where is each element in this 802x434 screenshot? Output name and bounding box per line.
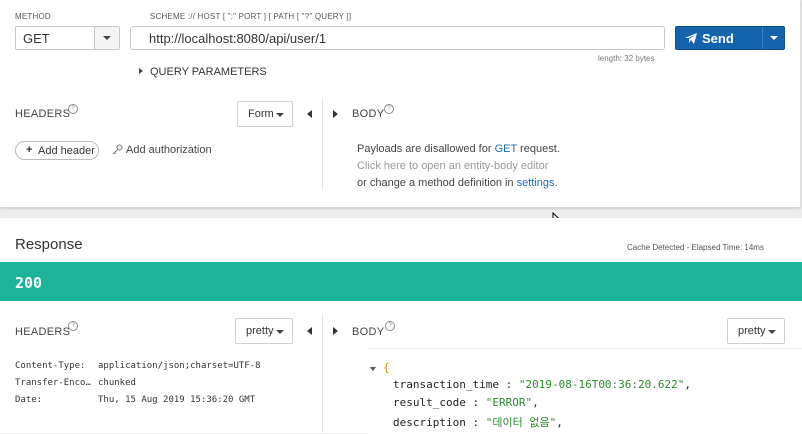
panel-divider [322,314,323,433]
method-value: GET [23,31,50,46]
json-key: description [393,416,466,429]
json-value: "ERROR" [485,396,533,409]
url-label: SCHEME :// HOST [ ":" PORT ] [ PATH [ "?… [150,12,352,21]
headers-title: HEADERS [15,108,71,120]
header-name: Transfer-Enco… [15,378,91,388]
json-value: "데이터 없음" [485,416,557,429]
add-authorization-label: Add authorization [126,144,212,156]
send-button[interactable]: Send [675,26,785,50]
help-icon[interactable]: ? [385,321,395,331]
elapsed-time: Cache Detected - Elapsed Time: 14ms [627,243,764,252]
settings-link[interactable]: settings [517,177,555,189]
body-disallowed-message: Payloads are disallowed for GET request. [357,143,560,155]
response-body-mode-dropdown[interactable]: pretty [727,318,785,344]
plus-icon: + [26,144,33,156]
chevron-down-icon [770,36,778,40]
add-header-button[interactable]: + Add header [15,141,99,160]
json-key: transaction_time [393,378,499,391]
collapse-toggle-icon[interactable] [370,367,376,371]
help-icon[interactable]: ? [384,104,394,114]
header-name: Date: [15,395,43,405]
query-parameters-toggle[interactable]: QUERY PARAMETERS [138,66,268,78]
json-line: description : "데이터 없음", [393,416,563,429]
chevron-down-icon [276,330,284,334]
paper-plane-icon [685,33,697,44]
chevron-down-icon [103,36,111,40]
body-title: BODY [352,108,385,120]
chevron-down-icon [276,113,284,117]
status-code: 200 [15,274,43,292]
collapse-left-icon[interactable] [307,327,312,335]
method-label: METHOD [15,12,51,21]
response-body-mode-value: pretty [738,325,766,337]
status-bar [0,262,802,301]
collapse-right-icon[interactable] [333,110,338,118]
send-label: Send [702,31,734,46]
headers-mode-value: Form [248,108,274,120]
add-header-label: Add header [38,145,95,157]
help-icon[interactable]: ? [68,321,78,331]
query-parameters-label: QUERY PARAMETERS [150,66,267,78]
headers-mode-dropdown[interactable]: Form [237,101,293,127]
panel-divider [322,98,323,190]
json-open-brace: { [383,361,390,374]
add-authorization-button[interactable]: Add authorization [112,144,222,158]
json-line: result_code : "ERROR", [393,396,539,409]
header-value: application/json;charset=UTF-8 [98,361,261,371]
response-headers-mode-value: pretty [246,325,274,337]
response-headers-title: HEADERS [15,326,71,338]
header-value: chunked [98,378,136,388]
json-line: transaction_time : "2019-08-16T00:36:20.… [393,378,692,391]
key-icon [112,144,123,155]
request-panel: METHOD GET SCHEME :// HOST [ ":" PORT ] … [0,0,801,208]
response-title: Response [15,236,83,253]
collapse-right-icon[interactable] [333,327,338,335]
collapse-left-icon[interactable] [307,110,312,118]
help-icon[interactable]: ? [68,104,78,114]
chevron-down-icon [768,330,776,334]
method-dropdown-button[interactable] [94,27,119,49]
response-header-area [0,218,802,262]
chevron-right-icon [139,68,143,74]
url-input[interactable] [130,26,665,50]
length-indicator: length: 32 bytes [598,54,655,63]
json-value: "2019-08-16T00:36:20.622" [518,378,685,391]
json-key: result_code [393,396,466,409]
header-value: Thu, 15 Aug 2019 15:36:20 GMT [98,395,256,405]
response-body-title: BODY [352,326,385,338]
method-select[interactable]: GET [15,26,120,50]
open-body-editor-link[interactable]: Click here to open an entity-body editor [357,160,548,172]
response-headers-mode-dropdown[interactable]: pretty [235,318,293,344]
send-options-button[interactable] [762,27,786,49]
header-name: Content-Type: [15,361,86,371]
change-method-message: or change a method definition in setting… [357,177,558,189]
